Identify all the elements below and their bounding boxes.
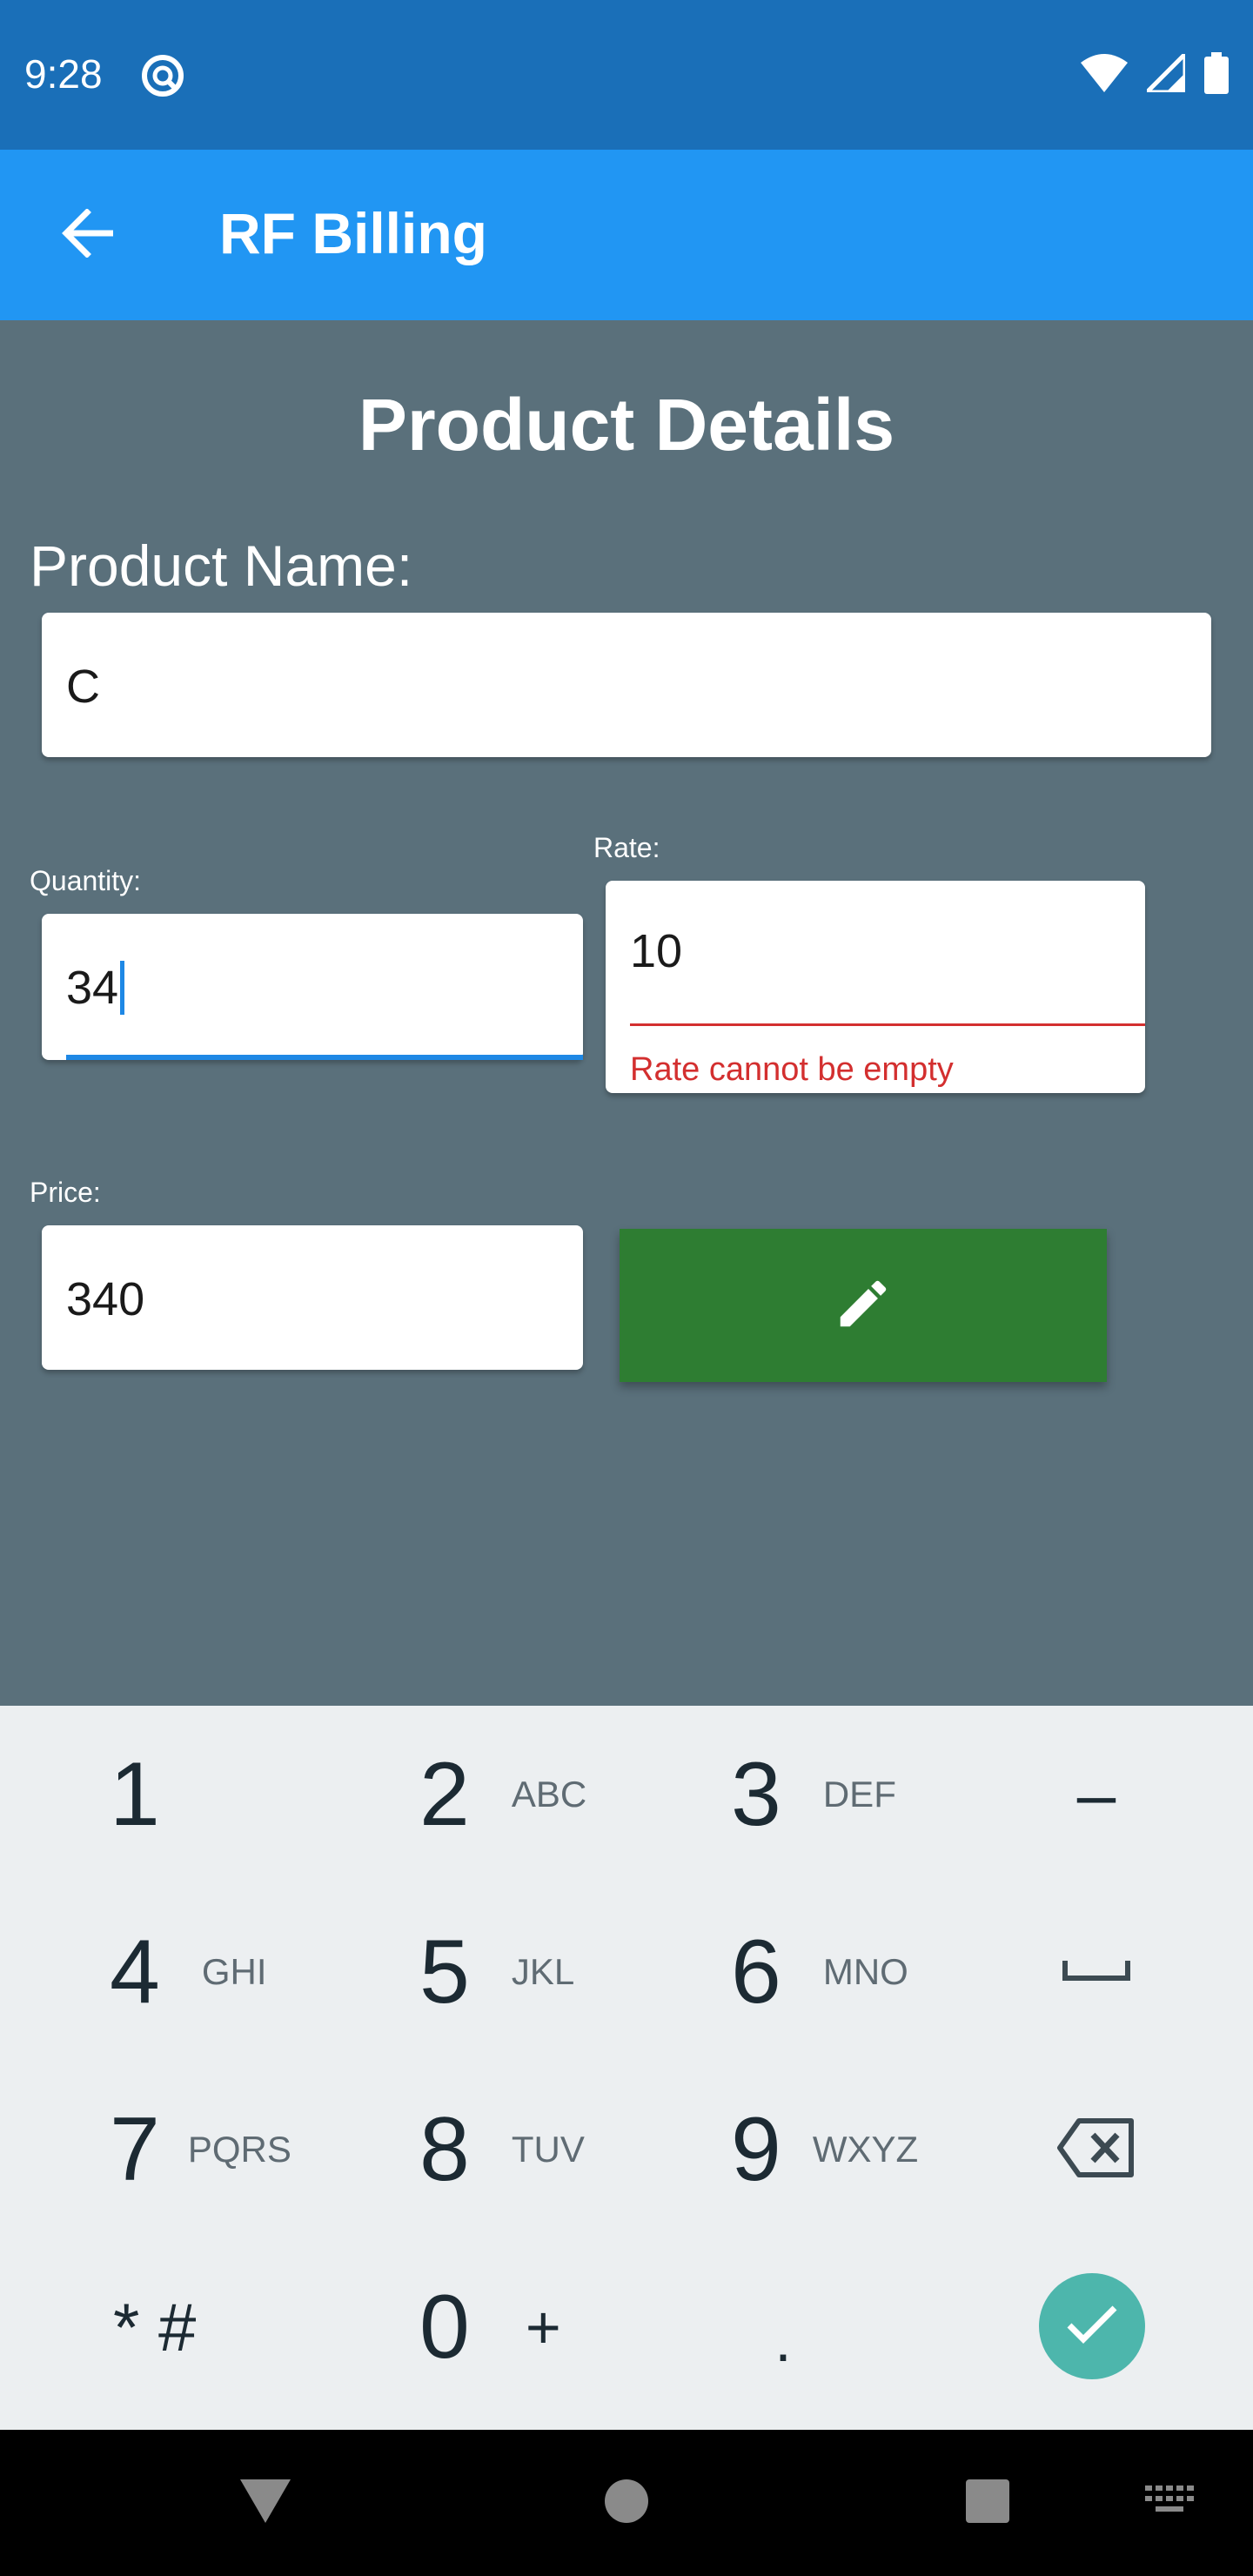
- battery-icon: [1204, 52, 1229, 98]
- arrow-back-icon: [61, 207, 117, 262]
- quantity-field[interactable]: 34: [42, 914, 583, 1060]
- space-icon: [1062, 1957, 1131, 1988]
- key-minus[interactable]: –: [940, 1706, 1253, 1883]
- numeric-keyboard: 1 2 ABC 3 DEF – 4 GHI 5 JKL 6 MNO 7 PQRS…: [0, 1706, 1253, 2430]
- sync-icon: [139, 52, 186, 99]
- back-triangle-icon: [238, 2478, 292, 2529]
- key-9[interactable]: 9 WXYZ: [626, 2061, 940, 2238]
- rate-field[interactable]: 10 Rate cannot be empty: [606, 881, 1145, 1093]
- check-icon: [1064, 2303, 1120, 2351]
- key-5[interactable]: 5 JKL: [313, 1883, 626, 2061]
- rate-error-message: Rate cannot be empty: [630, 1051, 954, 1088]
- key-3[interactable]: 3 DEF: [626, 1706, 940, 1883]
- price-field[interactable]: 340: [42, 1225, 583, 1370]
- quantity-focus-underline: [66, 1055, 583, 1060]
- key-space[interactable]: [940, 1883, 1253, 2061]
- product-details-form: Product Details Product Name: C Quantity…: [0, 320, 1253, 1706]
- nav-keyboard-button[interactable]: [1131, 2430, 1209, 2576]
- key-4[interactable]: 4 GHI: [0, 1883, 313, 2061]
- key-1[interactable]: 1: [0, 1706, 313, 1883]
- key-8[interactable]: 8 TUV: [313, 2061, 626, 2238]
- system-nav-bar: [0, 2430, 1253, 2576]
- price-label: Price:: [30, 1177, 101, 1208]
- key-6[interactable]: 6 MNO: [626, 1883, 940, 2061]
- key-star-hash[interactable]: * #: [0, 2238, 313, 2416]
- done-key[interactable]: [1039, 2273, 1145, 2379]
- nav-home-button[interactable]: [579, 2430, 674, 2576]
- key-2[interactable]: 2 ABC: [313, 1706, 626, 1883]
- product-name-label: Product Name:: [30, 533, 413, 598]
- status-time: 9:28: [24, 51, 103, 97]
- wifi-icon: [1081, 54, 1128, 97]
- rate-label: Rate:: [593, 832, 660, 863]
- app-bar: RF Billing: [0, 150, 1253, 320]
- rate-value: 10: [630, 925, 683, 977]
- key-backspace[interactable]: [940, 2061, 1253, 2238]
- price-value: 340: [66, 1273, 145, 1325]
- back-button[interactable]: [49, 195, 129, 275]
- rate-error-underline: [630, 1023, 1145, 1026]
- keyboard-icon: [1145, 2485, 1196, 2521]
- app-title: RF Billing: [219, 201, 487, 265]
- key-0[interactable]: 0 +: [313, 2238, 626, 2416]
- signal-icon: [1141, 48, 1188, 97]
- recents-square-icon: [965, 2479, 1010, 2528]
- status-bar: 9:28: [0, 0, 1253, 150]
- nav-back-button[interactable]: [218, 2430, 313, 2576]
- backspace-icon: [1056, 2117, 1136, 2183]
- pencil-icon: [833, 1273, 894, 1338]
- page-title: Product Details: [358, 384, 895, 466]
- key-decimal[interactable]: .: [626, 2238, 940, 2416]
- edit-button[interactable]: [620, 1229, 1107, 1382]
- quantity-value: 34: [66, 962, 119, 1014]
- product-name-field[interactable]: C: [42, 613, 1211, 757]
- text-cursor: [120, 961, 124, 1015]
- nav-recents-button[interactable]: [940, 2430, 1035, 2576]
- quantity-label: Quantity:: [30, 865, 142, 896]
- home-circle-icon: [604, 2479, 649, 2528]
- key-7[interactable]: 7 PQRS: [0, 2061, 313, 2238]
- product-name-value: C: [66, 661, 100, 713]
